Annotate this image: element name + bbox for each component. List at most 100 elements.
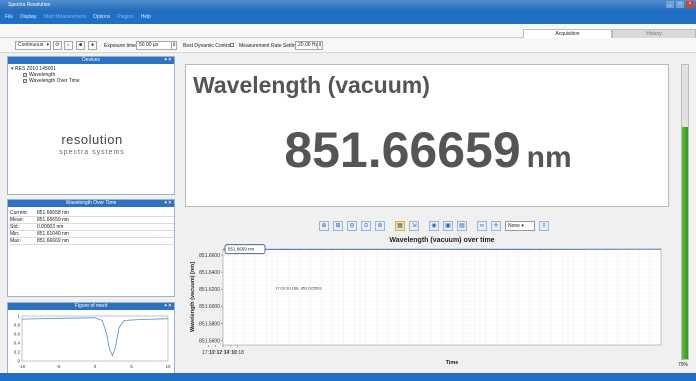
- zoom-x-icon[interactable]: ⊙: [361, 221, 371, 231]
- play-button[interactable]: ▸: [64, 41, 73, 50]
- panel-close-icon[interactable]: ✦✕: [164, 57, 172, 64]
- stop-button[interactable]: ■: [76, 41, 85, 50]
- mode-select[interactable]: Continuous ▾: [15, 41, 51, 50]
- tab-acquisition[interactable]: Acquisition: [523, 29, 612, 38]
- panel-close-icon[interactable]: ✦✕: [164, 200, 172, 207]
- exposure-label: Exposure time: [104, 43, 136, 49]
- panel-close-icon[interactable]: ✦✕: [164, 303, 172, 310]
- rate-value: 20.00 Hz: [298, 42, 319, 48]
- rate-stepper[interactable]: ⇕: [317, 41, 323, 50]
- chevron-down-icon: ▾: [46, 42, 49, 48]
- figure-of-merit-panel: Figure of merit ✦✕ 1 0.8 0.6 0.4 0.2 0 -10 -5 0 5 1…: [7, 302, 175, 374]
- devices-panel-title: Devices: [82, 57, 100, 63]
- close-button[interactable]: ×: [686, 1, 694, 8]
- record-icon: ●: [90, 42, 95, 48]
- fom-panel-header: Figure of merit ✦✕: [8, 303, 174, 310]
- fom-ytick-label: 0.6: [14, 332, 21, 337]
- stat-value: 851.66659 nm: [37, 217, 69, 223]
- checkbox-icon[interactable]: [23, 78, 27, 83]
- exposure-stepper[interactable]: ⇕: [171, 41, 177, 50]
- dynamic-control-checkbox[interactable]: [230, 43, 234, 47]
- autoscale-icon[interactable]: ⇲: [409, 221, 419, 231]
- fom-plot: 10.80.60.40.20-10 -5 0 5 10: [14, 314, 171, 370]
- stop-icon: ■: [78, 42, 83, 48]
- fom-ytick-label: 1: [17, 314, 20, 319]
- stat-label: Min:: [10, 231, 20, 237]
- y-axis-label: Wavelength (vacuum) [nm]: [190, 262, 196, 332]
- logo-wordmark: resolution: [61, 132, 123, 147]
- mode-value: Continuous: [18, 42, 44, 48]
- fom-xtick-label: -5: [56, 364, 60, 369]
- crosshair-icon[interactable]: ✛: [491, 221, 501, 231]
- stat-value: 851.66669 nm: [37, 238, 69, 244]
- menu-file[interactable]: File: [5, 14, 13, 20]
- stats-panel-header: Wavelength Over Time ✦✕: [8, 200, 174, 207]
- ytick-label: 851.6600: [199, 253, 220, 259]
- refresh-button[interactable]: ⟳: [53, 41, 62, 50]
- devices-panel: Devices ✦✕ ▾ RES Z010 145001 Wavelength W…: [7, 56, 175, 195]
- pan-icon[interactable]: ▦: [395, 221, 405, 231]
- readout-unit: nm: [526, 141, 572, 174]
- split-icon[interactable]: ⇳: [539, 221, 549, 231]
- link-icon[interactable]: ∞: [477, 221, 487, 231]
- title-bar: Spectra Resolution _ □ ×: [0, 0, 696, 10]
- tab-history[interactable]: History: [612, 29, 696, 38]
- camera-icon[interactable]: ◉: [429, 221, 439, 231]
- refresh-icon: ⟳: [55, 42, 60, 48]
- ytick-label: 851.5600: [199, 339, 220, 345]
- stat-label: Mean:: [10, 217, 24, 223]
- readout-title: Wavelength (vacuum): [193, 72, 430, 98]
- fom-ytick-label: 0.4: [14, 341, 21, 346]
- tree-item-wavelength-over-time[interactable]: Wavelength Over Time: [11, 78, 171, 84]
- clipboard-icon[interactable]: ▤: [457, 221, 467, 231]
- menu-bar: File Display Start Measurement Options P…: [0, 10, 696, 24]
- play-icon: ▸: [67, 42, 70, 48]
- chart-title: Wavelength (vacuum) over time: [389, 237, 494, 244]
- tree-item-label: Wavelength Over Time: [29, 78, 80, 84]
- zoom-y-icon[interactable]: ⊚: [375, 221, 385, 231]
- record-button[interactable]: ●: [88, 41, 97, 50]
- exposure-input[interactable]: 50.00 µs: [136, 41, 174, 50]
- menu-display[interactable]: Display: [20, 14, 36, 20]
- stat-value: 851.66658 nm: [37, 210, 69, 216]
- signal-level-label: 79%: [678, 362, 689, 368]
- wavelength-stats-panel: Wavelength Over Time ✦✕ Current: 851.66658…: [7, 199, 175, 297]
- menu-plugins[interactable]: Plugins: [117, 14, 133, 20]
- window-controls: _ □ ×: [666, 1, 694, 8]
- exposure-value: 50.00 µs: [139, 42, 159, 48]
- fom-plot-area: [21, 315, 169, 362]
- fom-panel-title: Figure of merit: [74, 303, 108, 309]
- zoom-in-icon[interactable]: ⊕: [319, 221, 329, 231]
- signal-level-bar: [681, 64, 689, 360]
- expand-icon[interactable]: ▾: [11, 66, 14, 72]
- stepper-icon: ⇕: [172, 42, 177, 48]
- dynamic-control-label: Best Dynamic Control: [183, 43, 232, 49]
- x-axis-label: Time: [446, 360, 459, 366]
- menu-help[interactable]: Help: [141, 14, 151, 20]
- menu-options[interactable]: Options: [93, 14, 110, 20]
- stat-label: Max:: [10, 238, 21, 244]
- readout-value-line: 851.66659 nm: [186, 121, 670, 179]
- rate-label: Measurement Rate Setting: [239, 43, 299, 49]
- checkbox-icon[interactable]: [23, 72, 27, 77]
- status-bar: [0, 373, 696, 381]
- stat-row-max: Max: 851.66669 nm: [10, 238, 174, 245]
- cursor-annotation: 17:09:10.166, 851.622503: [275, 286, 322, 291]
- fom-xtick-label: 10: [165, 364, 171, 369]
- fom-xtick-label: -10: [19, 364, 26, 369]
- overlay-select[interactable]: None ▾: [505, 221, 535, 231]
- maximize-button[interactable]: □: [676, 1, 684, 8]
- zoom-fit-icon[interactable]: ⊞: [333, 221, 343, 231]
- rate-input[interactable]: 20.00 Hz: [295, 41, 319, 50]
- current-value-label: 851.6659 nm: [228, 247, 255, 252]
- stat-label: Current:: [10, 210, 29, 216]
- devices-panel-header: Devices ✦✕: [8, 57, 174, 64]
- wavelength-readout: Wavelength (vacuum) 851.66659 nm: [185, 64, 669, 207]
- save-icon[interactable]: ▣: [443, 221, 453, 231]
- signal-level-fill: [682, 127, 688, 359]
- minimize-button[interactable]: _: [666, 1, 674, 8]
- stats-panel-title: Wavelength Over Time: [65, 200, 117, 206]
- fom-ytick-label: 0: [17, 359, 20, 364]
- menu-start-measurement[interactable]: Start Measurement: [43, 14, 86, 20]
- zoom-out-icon[interactable]: ⊖: [347, 221, 357, 231]
